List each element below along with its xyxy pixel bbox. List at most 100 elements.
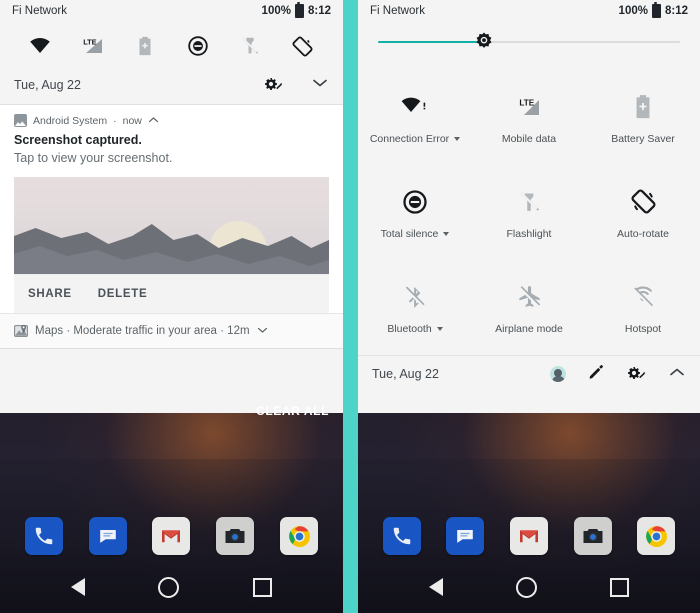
nav-back-button[interactable] (70, 578, 85, 596)
battery-percent-label: 100% (618, 5, 648, 17)
user-avatar[interactable] (550, 366, 566, 382)
qs-tile-mobile-data[interactable]: LTE Mobile data (472, 68, 586, 163)
pencil-edit-icon[interactable] (588, 364, 604, 385)
screenshot-preview-image[interactable] (14, 176, 329, 274)
notification-header: Android System · now (14, 114, 329, 127)
qs-label-text: Auto-rotate (617, 227, 669, 240)
battery-saver-icon[interactable] (132, 33, 158, 59)
qs-tile-label: Auto-rotate (617, 228, 669, 240)
camera-app-icon[interactable] (216, 517, 255, 555)
chevron-down-icon[interactable] (257, 325, 268, 337)
right-quick-settings-panel: Fi Network 100% 8:12 Connection Error LT… (358, 0, 700, 613)
quick-settings-content: Connection Error LTE Mobile data Battery… (358, 22, 700, 392)
qs-tile-label: Battery Saver (611, 133, 675, 145)
phone-app-icon[interactable] (24, 517, 63, 555)
battery-percent-label: 100% (261, 5, 291, 17)
qs-tile-label: Total silence (381, 228, 450, 240)
messages-app-icon[interactable] (446, 517, 485, 555)
shade-date-label: Tue, Aug 22 (14, 78, 81, 92)
gmail-app-icon[interactable] (509, 517, 548, 555)
home-dock (0, 517, 343, 555)
clock-label: 8:12 (307, 5, 331, 17)
qs-footer-date: Tue, Aug 22 (372, 367, 439, 381)
svg-text:LTE: LTE (83, 37, 96, 46)
nav-back-button[interactable] (428, 578, 443, 596)
notification-separator: · (113, 114, 117, 127)
qs-tile-battery-saver[interactable]: Battery Saver (586, 68, 700, 163)
wifi-error-icon (400, 87, 430, 127)
chevron-down-icon[interactable] (443, 231, 450, 236)
nav-home-button[interactable] (515, 576, 537, 598)
svg-text:LTE: LTE (519, 98, 534, 107)
qs-label-text: Flashlight (506, 227, 552, 240)
quick-settings-tiles: Connection Error LTE Mobile data Battery… (358, 62, 700, 355)
status-bar: Fi Network 100% 8:12 (0, 0, 343, 22)
home-dock (358, 517, 700, 555)
brightness-icon[interactable] (473, 31, 495, 53)
notification-screenshot[interactable]: Android System · now Screenshot captured… (0, 105, 343, 313)
chrome-app-icon[interactable] (280, 517, 319, 555)
qs-tile-connection-error[interactable]: Connection Error (358, 68, 472, 163)
camera-app-icon[interactable] (573, 517, 612, 555)
do-not-disturb-icon[interactable] (185, 33, 211, 59)
qs-tile-label: Connection Error (369, 132, 461, 145)
navigation-bar (358, 561, 700, 613)
brightness-slider[interactable] (378, 32, 680, 48)
gmail-app-icon[interactable] (152, 517, 191, 555)
status-bar: Fi Network 100% 8:12 (358, 0, 700, 22)
brightness-slider-row (358, 22, 700, 62)
qs-tile-airplane-mode[interactable]: Airplane mode (472, 258, 586, 353)
qs-tile-label: Hotspot (625, 323, 661, 335)
flashlight-off-icon (516, 182, 542, 222)
share-button[interactable]: SHARE (28, 288, 72, 300)
qs-tile-total-silence[interactable]: Total silence (358, 163, 472, 258)
auto-rotate-icon[interactable] (290, 33, 316, 59)
nav-recents-button[interactable] (610, 577, 630, 597)
notification-maps[interactable]: Maps · Moderate traffic in your area · 1… (0, 312, 343, 349)
carrier-label: Fi Network (370, 5, 425, 17)
qs-tile-flashlight[interactable]: Flashlight (472, 163, 586, 258)
shade-date-row: Tue, Aug 22 (0, 70, 343, 105)
chevron-down-icon[interactable] (311, 76, 329, 94)
chrome-app-icon[interactable] (637, 517, 676, 555)
wifi-icon[interactable] (27, 33, 53, 59)
qs-label-text: Connection Error (369, 132, 450, 145)
qs-tile-auto-rotate[interactable]: Auto-rotate (586, 163, 700, 258)
qs-label-text: Battery Saver (611, 132, 675, 145)
android-system-icon (14, 114, 27, 127)
qs-tile-hotspot[interactable]: Hotspot (586, 258, 700, 353)
chevron-up-icon[interactable] (668, 365, 686, 383)
lte-signal-icon: LTE (515, 87, 543, 127)
bluetooth-off-icon (402, 277, 428, 317)
chevron-down-icon[interactable] (454, 136, 461, 141)
delete-button[interactable]: DELETE (98, 288, 148, 300)
notification-time: now (122, 114, 142, 127)
settings-gear-icon[interactable] (626, 366, 646, 382)
do-not-disturb-icon (402, 182, 428, 222)
notification-body: Tap to view your screenshot. (14, 150, 173, 165)
qs-tile-label: Bluetooth (387, 323, 443, 335)
auto-rotate-icon (630, 182, 657, 222)
carrier-label: Fi Network (12, 5, 67, 17)
chevron-down-icon[interactable] (436, 326, 443, 331)
phone-app-icon[interactable] (382, 517, 421, 555)
shade-date-actions (263, 76, 329, 94)
battery-full-icon (651, 1, 661, 18)
messages-app-icon[interactable] (88, 517, 127, 555)
chevron-up-icon[interactable] (148, 115, 159, 127)
clear-all-button[interactable]: CLEAR ALL (256, 404, 329, 418)
qs-tile-bluetooth[interactable]: Bluetooth (358, 258, 472, 353)
qs-tile-label: Mobile data (502, 133, 556, 145)
battery-saver-icon (632, 87, 654, 127)
hotspot-off-icon (630, 277, 656, 317)
qs-tile-label: Airplane mode (495, 323, 563, 335)
nav-recents-button[interactable] (253, 577, 273, 597)
panel-divider (343, 0, 358, 613)
clock-label: 8:12 (664, 5, 688, 17)
nav-home-button[interactable] (158, 576, 180, 598)
lte-signal-icon[interactable]: LTE (80, 33, 106, 59)
navigation-bar (0, 561, 343, 613)
qs-label-text: Total silence (380, 227, 439, 240)
flashlight-off-icon[interactable] (237, 33, 263, 59)
settings-gear-icon[interactable] (263, 77, 283, 93)
